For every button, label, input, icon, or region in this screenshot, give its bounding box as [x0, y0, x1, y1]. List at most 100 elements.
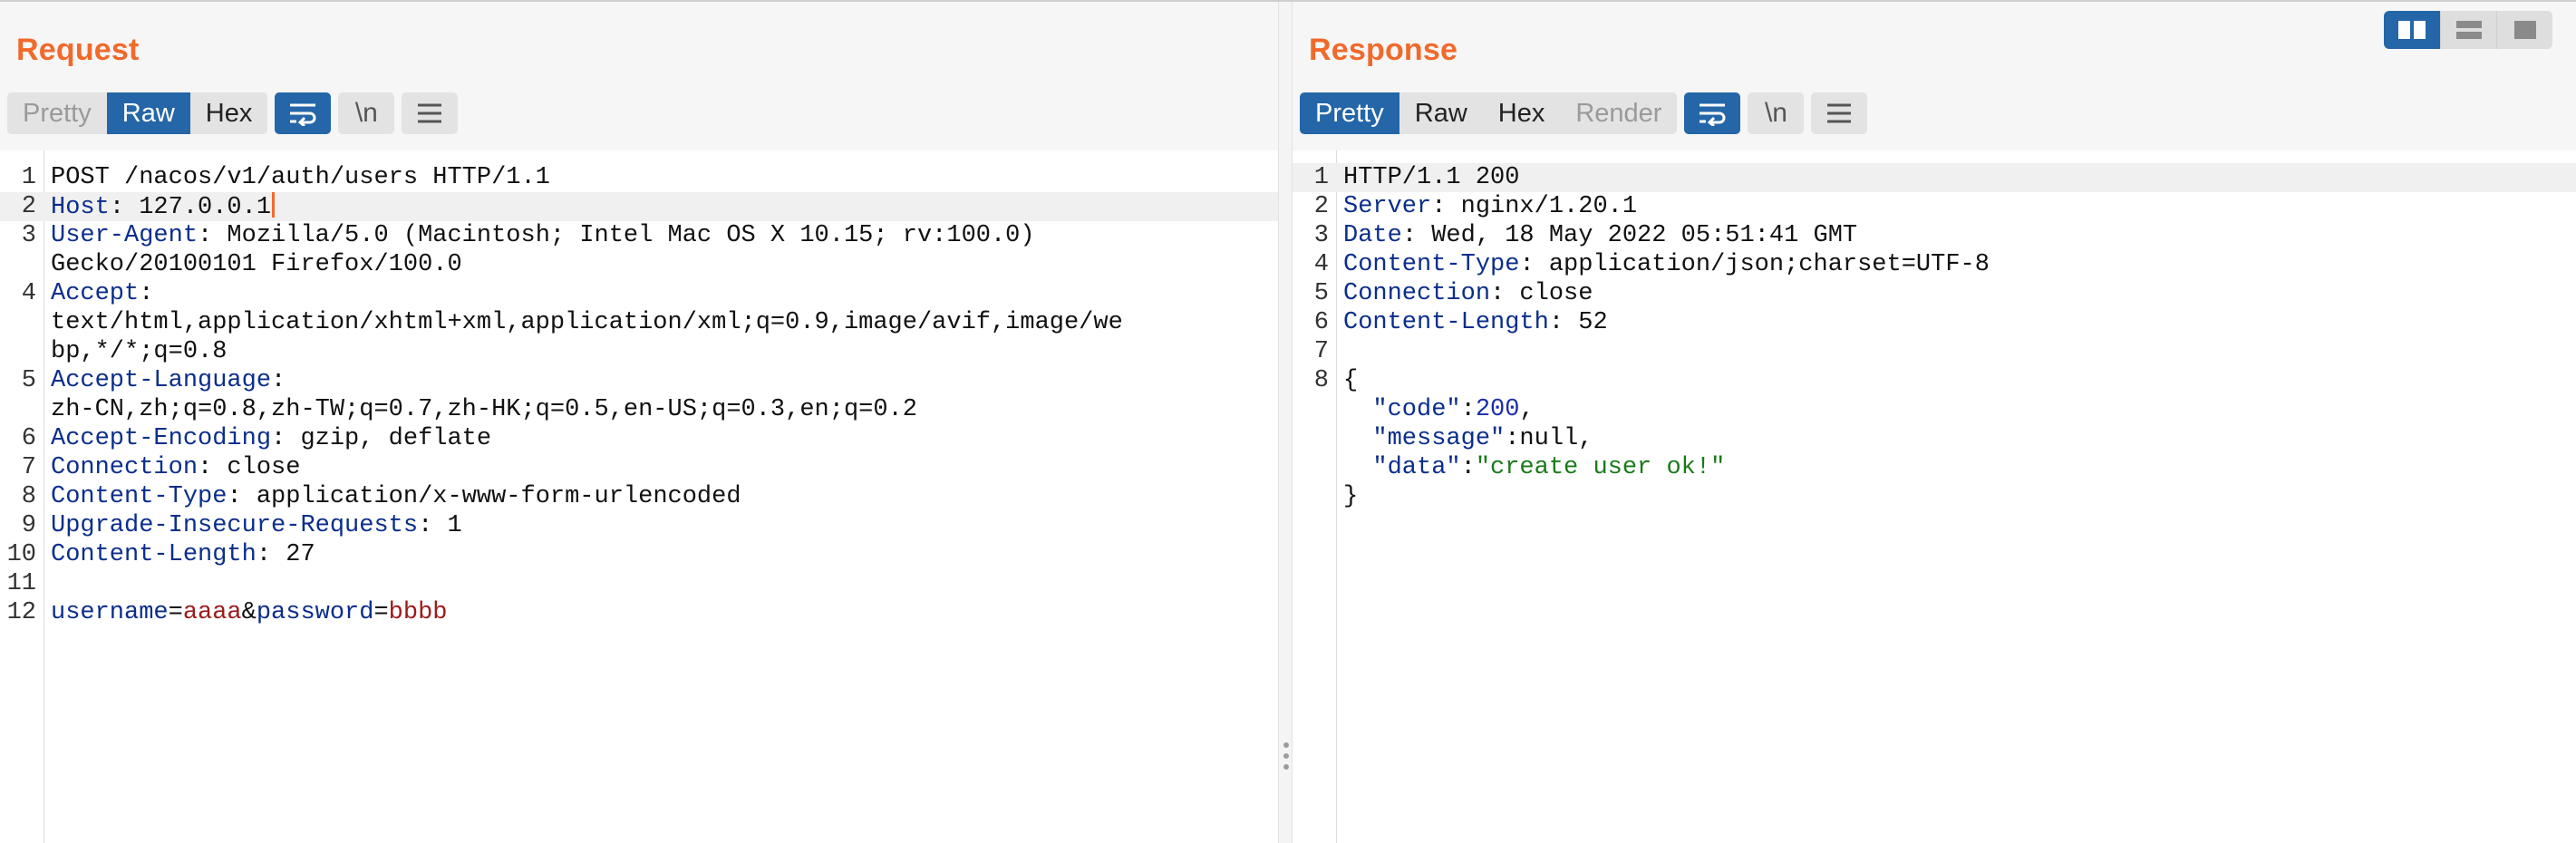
wrap-lines-button[interactable] — [275, 92, 332, 134]
header-name: Host — [51, 194, 110, 221]
request-toolbar: Pretty Raw Hex \n — [7, 92, 459, 135]
show-newlines-button[interactable]: \n — [338, 92, 395, 134]
line-text: Host: 127.0.0.1 — [51, 192, 276, 222]
side-by-side-layout-button[interactable] — [2384, 11, 2440, 49]
line-number: 12 — [6, 599, 36, 626]
header-value: : application/x-www-form-urlencoded — [227, 483, 741, 510]
line-text: zh-CN,zh;q=0.8,zh-TW;q=0.7,zh-HK;q=0.5,e… — [51, 395, 917, 424]
token-value: 200 — [1475, 396, 1520, 423]
line-number: 9 — [21, 512, 36, 539]
tab-hex[interactable]: Hex — [1482, 92, 1561, 134]
line-number: 7 — [21, 454, 36, 481]
code-line: 2 Server: nginx/1.20.1 — [1293, 192, 2576, 221]
token-punct — [1343, 396, 1372, 423]
header-name: Content-Length — [1343, 309, 1549, 336]
single-pane-layout-button[interactable] — [2496, 11, 2552, 49]
token-punct: = — [168, 599, 183, 626]
header-value: : — [271, 367, 286, 394]
line-number: 11 — [6, 570, 36, 597]
line-text: Connection: close — [51, 453, 300, 482]
line-text: } — [1343, 482, 1358, 511]
token-key: "data" — [1372, 454, 1461, 481]
wrap-lines-button[interactable] — [1684, 92, 1741, 134]
newline-icon: \n — [1764, 98, 1787, 128]
line-text: Accept-Language: — [51, 366, 286, 395]
show-newlines-button[interactable]: \n — [1748, 92, 1805, 134]
header-name: Upgrade-Insecure-Requests — [51, 512, 419, 539]
header-name: Content-Type — [51, 483, 228, 510]
token-value: aaaa — [182, 599, 242, 626]
tab-raw[interactable]: Raw — [1399, 92, 1483, 134]
response-editor[interactable]: 1 HTTP/1.1 200 2 Server: nginx/1.20.1 3 Date:… — [1293, 150, 2576, 843]
options-menu-button[interactable] — [402, 92, 459, 134]
line-number: 8 — [21, 483, 36, 510]
token-key: "message" — [1372, 425, 1506, 452]
header-name: Server — [1343, 193, 1432, 220]
token-key: "code" — [1372, 396, 1461, 423]
line-text: text/html,application/xhtml+xml,applicat… — [51, 308, 1123, 337]
header-value: : gzip, deflate — [271, 425, 492, 452]
line-number: 5 — [1313, 280, 1329, 307]
grip-dot — [1283, 753, 1289, 759]
code-line: 11 — [0, 569, 1278, 598]
header-value: : — [139, 280, 154, 307]
line-number: 4 — [1313, 251, 1329, 278]
side-by-side-layout-icon — [2398, 21, 2426, 39]
header-value: : 1 — [418, 512, 462, 539]
plain-text: text/html,application/xhtml+xml,applicat… — [51, 309, 1123, 336]
plain-text: bp,*/*;q=0.8 — [51, 338, 228, 365]
line-number: 8 — [1313, 367, 1329, 394]
grip-dot — [1283, 764, 1289, 770]
pane-splitter[interactable] — [1278, 2, 1293, 843]
code-line: 12 username=aaaa&password=bbbb — [0, 598, 1278, 627]
tab-raw[interactable]: Raw — [106, 92, 190, 134]
token-punct — [1343, 454, 1372, 481]
line-text: "code":200, — [1343, 395, 1535, 424]
code-line: 9 Upgrade-Insecure-Requests: 1 — [0, 511, 1278, 540]
hamburger-menu-icon — [1827, 103, 1852, 123]
token-punct: : — [1460, 454, 1476, 481]
token-punct: :null, — [1505, 425, 1593, 452]
token-value: bbbb — [388, 599, 448, 626]
code-line: Gecko/20100101 Firefox/100.0 — [0, 250, 1278, 279]
request-pane: Request Pretty Raw Hex \n 1 POST /nacos/… — [0, 2, 1278, 843]
line-number: 3 — [1313, 222, 1329, 249]
header-name: Accept-Language — [51, 367, 272, 394]
token-key: username — [51, 599, 169, 626]
request-editor[interactable]: 1 POST /nacos/v1/auth/users HTTP/1.1 2 Host… — [0, 150, 1278, 843]
tab-hex[interactable]: Hex — [189, 92, 268, 134]
tab-pretty[interactable]: Pretty — [1300, 92, 1399, 134]
line-text: Content-Type: application/x-www-form-url… — [51, 482, 741, 511]
line-number: 4 — [21, 280, 36, 307]
line-text: Accept-Encoding: gzip, deflate — [51, 424, 491, 453]
code-line: 4 Accept: — [0, 279, 1278, 308]
header-value: : 127.0.0.1 — [109, 194, 272, 221]
code-line: zh-CN,zh;q=0.8,zh-TW;q=0.7,zh-HK;q=0.5,e… — [0, 395, 1278, 424]
line-number: 6 — [1313, 309, 1329, 336]
options-menu-button[interactable] — [1811, 92, 1868, 134]
code-line: 1 HTTP/1.1 200 — [1293, 163, 2576, 192]
header-value: : close — [1490, 280, 1593, 307]
line-text: bp,*/*;q=0.8 — [51, 337, 227, 366]
code-line: 5 Connection: close — [1293, 279, 2576, 308]
plain-text: } — [1343, 483, 1359, 510]
line-text: Server: nginx/1.20.1 — [1343, 192, 1637, 221]
token-punct: = — [373, 599, 389, 626]
wrap-lines-icon — [290, 103, 316, 126]
code-line: } — [1293, 482, 2576, 511]
text-cursor — [272, 192, 276, 218]
header-name: Date — [1343, 222, 1402, 249]
tab-pretty[interactable]: Pretty — [7, 92, 107, 134]
single-pane-layout-icon — [2513, 21, 2536, 39]
wrap-lines-icon — [1700, 103, 1726, 126]
code-line: 10 Content-Length: 27 — [0, 540, 1278, 569]
code-line: 6 Accept-Encoding: gzip, deflate — [0, 424, 1278, 453]
stacked-layout-button[interactable] — [2440, 11, 2496, 49]
tab-render[interactable]: Render — [1560, 92, 1678, 134]
token-punct: , — [1519, 396, 1535, 423]
line-text: Content-Type: application/json;charset=U… — [1343, 250, 1990, 279]
code-line: "data":"create user ok!" — [1293, 453, 2576, 482]
code-line: text/html,application/xhtml+xml,applicat… — [0, 308, 1278, 337]
line-number: 3 — [21, 222, 36, 249]
response-view-tabs: Pretty Raw Hex Render — [1300, 92, 1678, 134]
